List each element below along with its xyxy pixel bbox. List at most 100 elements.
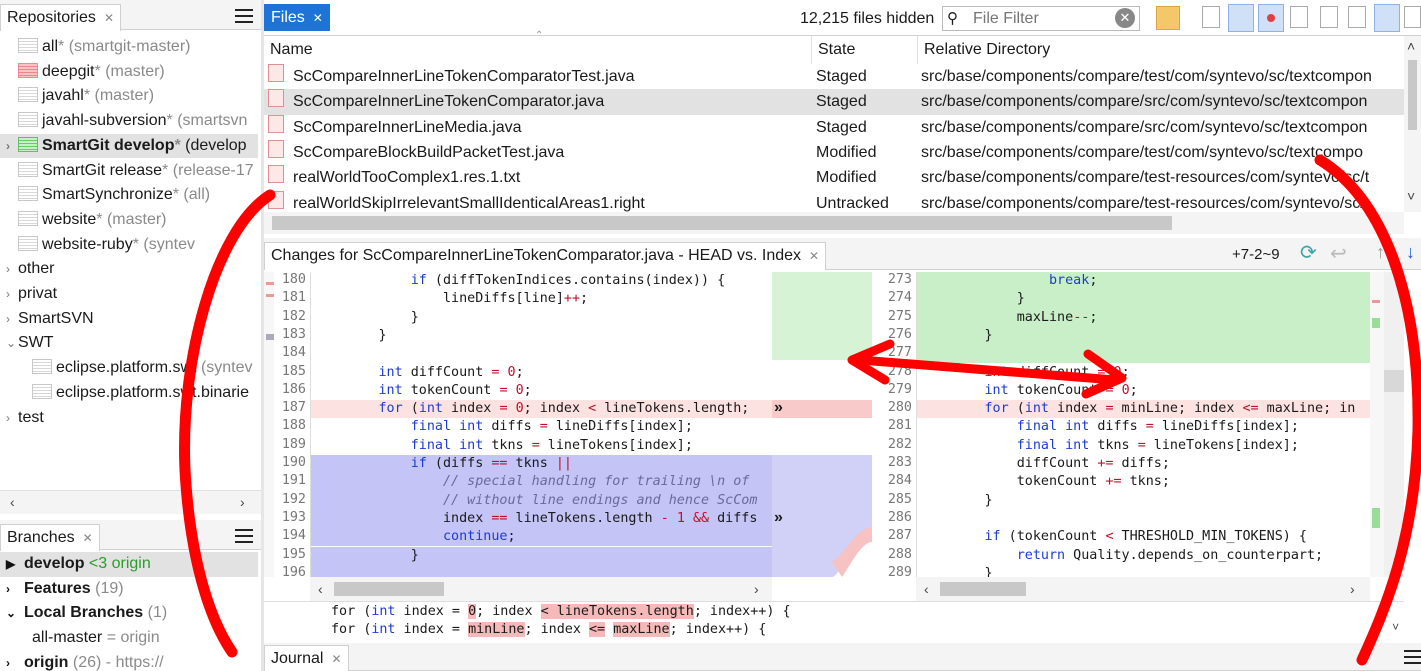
file-icon[interactable]	[1202, 6, 1220, 28]
show-unchanged-files-icon[interactable]	[1290, 6, 1308, 28]
repository-item[interactable]: › other	[0, 257, 258, 282]
chevron-right-icon[interactable]: ›	[6, 257, 18, 281]
repository-name: SmartGit release	[42, 161, 163, 179]
file-row[interactable]: ScCompareInnerLineTokenComparator.java St…	[264, 89, 1404, 115]
show-assumed-unchanged-icon[interactable]	[1348, 6, 1366, 28]
close-icon[interactable]: ✕	[104, 11, 114, 25]
repository-name: javahl	[42, 87, 84, 105]
scroll-thumb[interactable]	[1408, 60, 1417, 130]
column-header-state[interactable]: State	[812, 36, 918, 64]
clear-filter-icon[interactable]: ✕	[1115, 8, 1135, 28]
next-change-icon[interactable]: ↓	[1406, 242, 1415, 263]
scroll-thumb[interactable]	[272, 216, 1172, 230]
scroll-left-icon[interactable]: ‹	[318, 581, 323, 597]
right-diff-editor[interactable]: 273 break; 274 } 275 maxLine--; 276 } 277 278…	[872, 272, 1370, 577]
repository-item[interactable]: javahl* (master)	[0, 84, 258, 109]
left-diff-h-scrollbar[interactable]: ‹ ›	[310, 577, 772, 601]
scroll-left-icon[interactable]: ‹	[10, 494, 15, 510]
chevron-down-icon[interactable]: ⌄	[6, 331, 18, 355]
repository-item[interactable]: website* (master)	[0, 208, 258, 233]
file-row[interactable]: realWorldTooComplex1.res.1.txt Modified sr…	[264, 165, 1404, 190]
menu-icon[interactable]	[235, 529, 253, 543]
tab-branches[interactable]: Branches ✕	[0, 524, 100, 551]
file-row[interactable]: ScCompareInnerLineTokenComparatorTest.ja…	[264, 64, 1404, 89]
repository-item[interactable]: all* (smartgit-master)	[0, 35, 258, 60]
chevron-right-icon[interactable]: ›	[6, 282, 18, 306]
close-icon[interactable]: ✕	[809, 249, 819, 263]
file-state: Modified	[816, 169, 877, 187]
tab-journal[interactable]: Journal ✕	[264, 645, 349, 671]
current-branch-icon[interactable]: ▶	[6, 552, 24, 576]
repositories-h-scrollbar[interactable]: ‹ ›	[0, 490, 262, 514]
files-h-scrollbar[interactable]	[264, 212, 1404, 234]
open-folder-icon[interactable]	[1156, 6, 1180, 30]
changes-v-scrollbar[interactable]	[1384, 272, 1404, 577]
chevron-right-icon[interactable]: ›	[6, 406, 18, 430]
chevron-right-icon[interactable]: ›	[6, 651, 24, 671]
branch-item[interactable]: › origin (26) - https://	[0, 651, 258, 671]
chevron-right-icon[interactable]: ›	[6, 134, 18, 158]
repository-item[interactable]: website-ruby* (syntev	[0, 233, 258, 258]
scroll-left-icon[interactable]: ‹	[924, 581, 929, 597]
line-number: 181	[281, 290, 306, 306]
repository-item[interactable]: ⌄ SWT	[0, 331, 258, 356]
scroll-right-icon[interactable]: ›	[1350, 581, 1355, 597]
close-icon[interactable]: ✕	[83, 531, 93, 545]
chevron-down-icon[interactable]: ⌄	[6, 601, 24, 625]
scroll-thumb[interactable]	[334, 582, 444, 596]
repository-item[interactable]: SmartGit release* (release-17	[0, 159, 258, 184]
repository-item[interactable]: › SmartGit develop* (develop	[0, 133, 258, 159]
line-number: 282	[887, 436, 912, 452]
code-line: if (tokenCount < THRESHOLD_MIN_TOKENS) {	[984, 529, 1307, 545]
file-row[interactable]: ScCompareInnerLineMedia.java Staged src/ba…	[264, 114, 1404, 140]
scroll-thumb[interactable]	[940, 582, 1026, 596]
repository-item[interactable]: › SmartSVN	[0, 307, 258, 332]
files-v-scrollbar[interactable]: ˄ ˅	[1404, 36, 1421, 212]
branch-item[interactable]: all-master = origin	[0, 626, 258, 651]
scroll-up-icon[interactable]: ˄	[1407, 38, 1415, 54]
show-untracked-files-icon[interactable]	[1258, 4, 1284, 32]
file-filter-input[interactable]	[971, 9, 1111, 28]
scroll-right-icon[interactable]: ›	[754, 581, 759, 597]
undo-icon[interactable]: ↩	[1330, 241, 1347, 266]
show-ignored-files-icon[interactable]	[1320, 6, 1338, 28]
flat-view-icon[interactable]	[1374, 4, 1400, 32]
code-line: }	[314, 309, 419, 325]
repository-item[interactable]: eclipse.platform.swt.binarie	[0, 381, 258, 406]
close-icon[interactable]: ✕	[331, 652, 341, 666]
menu-icon[interactable]	[235, 9, 253, 23]
scroll-right-icon[interactable]: ›	[240, 494, 245, 510]
scroll-down-icon[interactable]: ˅	[1407, 188, 1415, 204]
tab-files[interactable]: Files ✕	[264, 4, 330, 31]
chevron-right-icon[interactable]: ›	[6, 577, 24, 601]
branch-item[interactable]: › Features (19)	[0, 577, 258, 602]
column-header-directory[interactable]: Relative Directory	[918, 36, 1404, 64]
line-number: 194	[281, 528, 306, 544]
tab-repositories[interactable]: Repositories ✕	[0, 4, 121, 31]
file-filter-field[interactable]: ⚲ ✕	[942, 6, 1140, 31]
repository-item[interactable]: › test	[0, 406, 258, 431]
inline-diff-preview[interactable]: for (int index = 0; index < lineTokens.l…	[264, 601, 1404, 641]
menu-icon[interactable]	[1404, 650, 1421, 664]
repository-item[interactable]: deepgit* (master)	[0, 60, 258, 85]
previous-change-icon[interactable]: ↑	[1376, 242, 1385, 263]
chevron-right-icon[interactable]: ›	[6, 307, 18, 331]
repository-item[interactable]: javahl-subversion* (smartsvn	[0, 109, 258, 134]
show-changed-files-icon[interactable]	[1228, 4, 1254, 32]
repository-item[interactable]: SmartSynchronize* (all)	[0, 183, 258, 208]
left-diff-editor[interactable]: 180 if (diffTokenIndices.contains(index)…	[264, 272, 772, 577]
scroll-thumb[interactable]	[1384, 370, 1404, 392]
close-icon[interactable]: ✕	[313, 11, 323, 25]
right-diff-h-scrollbar[interactable]: ‹ ›	[916, 577, 1370, 601]
branch-item[interactable]: ▶ develop <3 origin	[0, 552, 258, 577]
gutter-divider	[916, 272, 917, 577]
chevron-down-icon[interactable]: ˅	[1392, 620, 1399, 635]
branch-item[interactable]: ⌄ Local Branches (1)	[0, 601, 258, 626]
repository-item[interactable]: eclipse.platform.swt (syntev	[0, 356, 258, 381]
tree-view-icon[interactable]	[1404, 6, 1421, 28]
file-row[interactable]: ScCompareBlockBuildPacketTest.java Modifi…	[264, 139, 1404, 165]
repository-item[interactable]: › privat	[0, 282, 258, 307]
tab-changes[interactable]: Changes for ScCompareInnerLineTokenCompa…	[264, 242, 827, 270]
branch-info: (1)	[147, 604, 168, 622]
refresh-icon[interactable]: ⟳	[1300, 240, 1317, 265]
